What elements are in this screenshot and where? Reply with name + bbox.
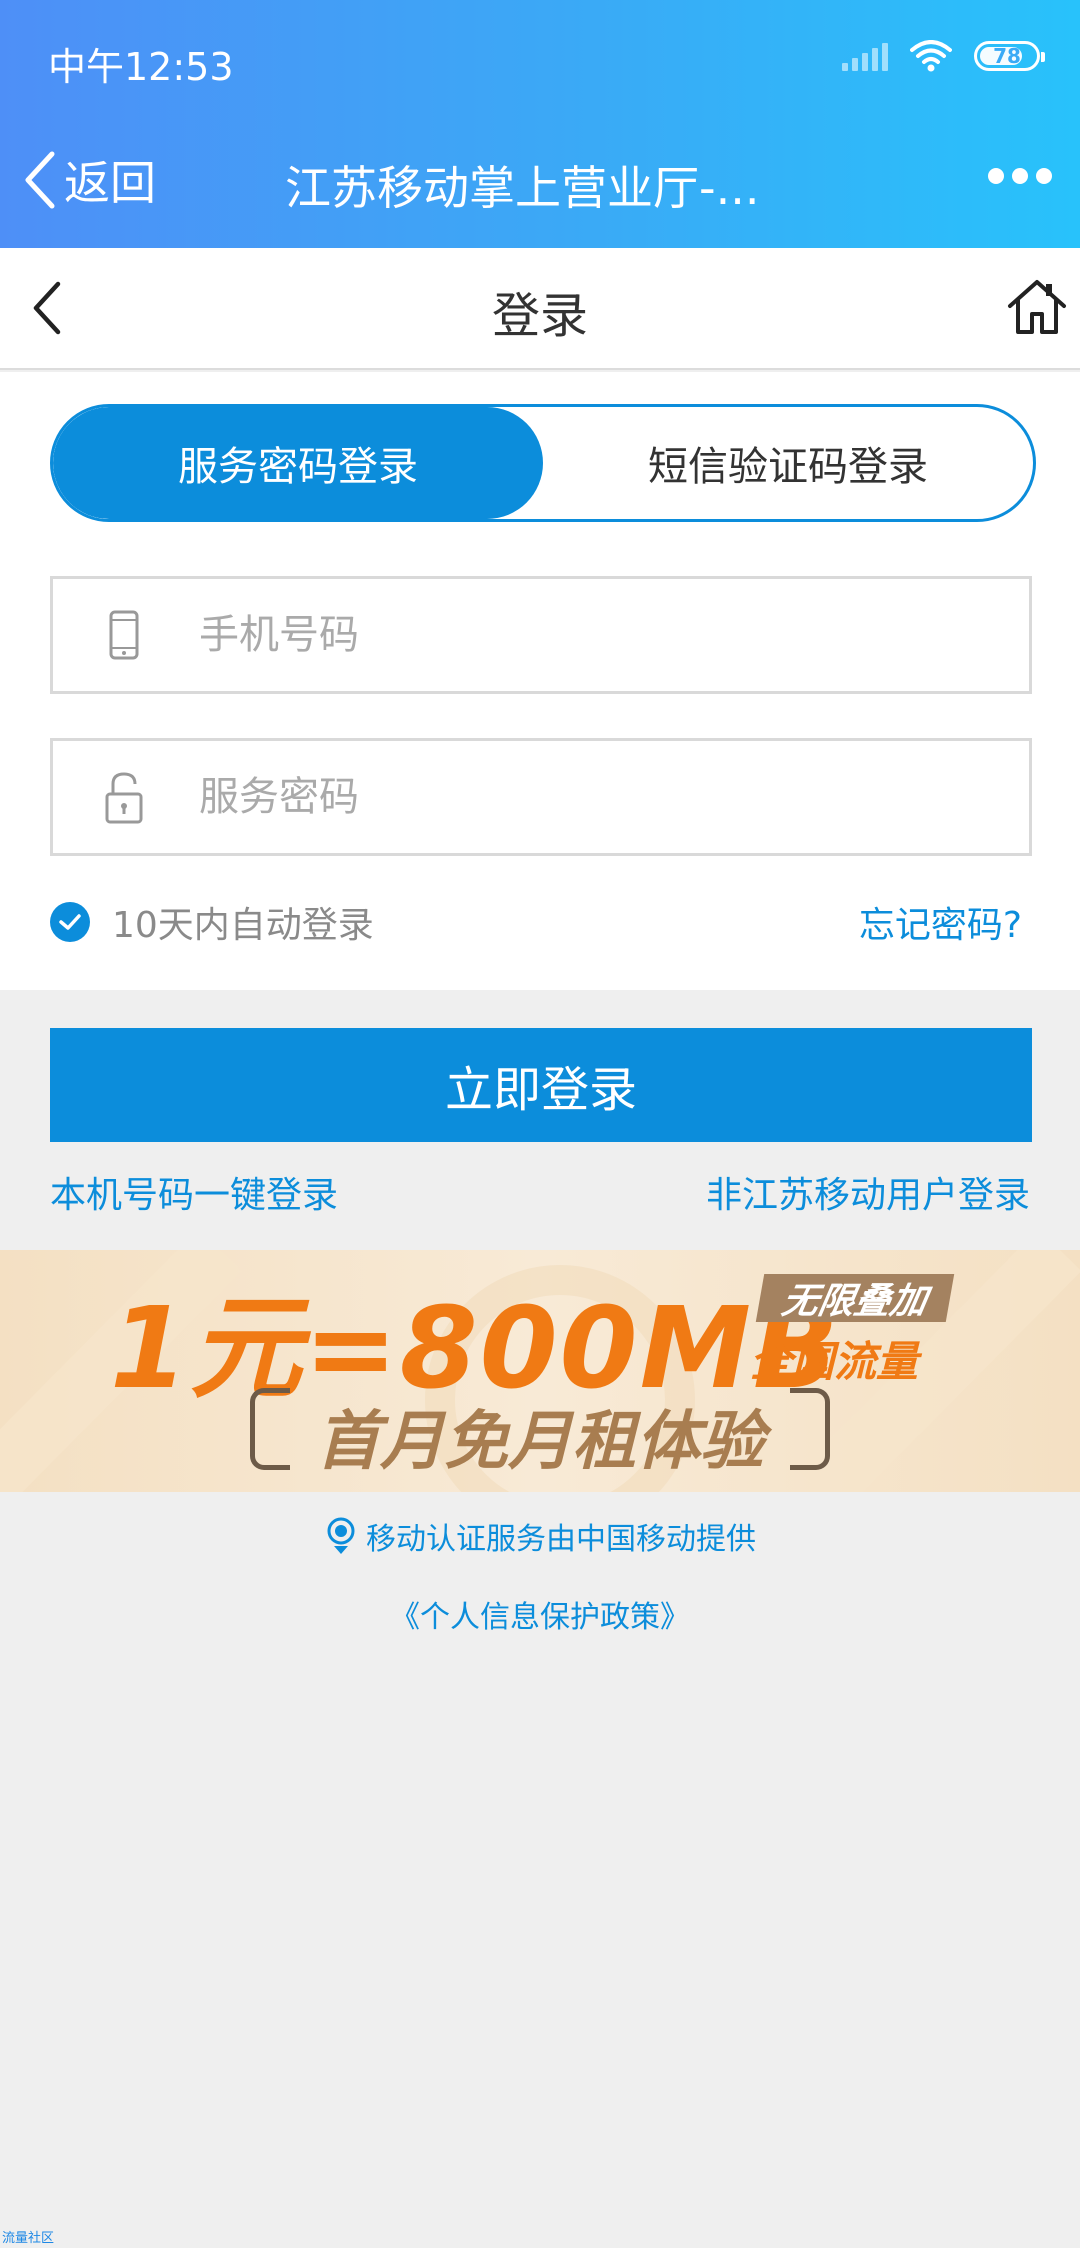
login-mode-tabs: 服务密码登录 短信验证码登录 bbox=[50, 404, 1036, 522]
back-label: 返回 bbox=[64, 156, 156, 210]
auto-login-checkbox[interactable] bbox=[50, 902, 90, 942]
password-field[interactable] bbox=[50, 738, 1032, 856]
lock-icon bbox=[105, 772, 143, 824]
login-button[interactable]: 立即登录 bbox=[50, 1028, 1032, 1142]
home-icon[interactable] bbox=[1006, 276, 1068, 338]
page-title: 登录 bbox=[491, 288, 588, 344]
back-button[interactable]: 返回 bbox=[20, 140, 156, 220]
signal-icon bbox=[842, 41, 888, 71]
privacy-policy-link[interactable]: 《个人信息保护政策》 bbox=[0, 1592, 1080, 1636]
more-dots-icon[interactable] bbox=[988, 168, 1052, 184]
auto-login-row: 10天内自动登录 忘记密码? bbox=[50, 892, 1022, 952]
wifi-icon bbox=[910, 40, 952, 72]
non-jiangsu-login-link[interactable]: 非江苏移动用户登录 bbox=[706, 1166, 1030, 1218]
chevron-left-icon bbox=[25, 151, 55, 209]
watermark: 流量社区 bbox=[2, 2231, 55, 2246]
page-header: 登录 bbox=[0, 248, 1080, 370]
fingerprint-icon bbox=[327, 1517, 355, 1554]
battery-percent: 78 bbox=[993, 44, 1021, 68]
tab-sms-login[interactable]: 短信验证码登录 bbox=[543, 407, 1033, 519]
battery-icon: 78 bbox=[974, 41, 1045, 71]
one-click-login-link[interactable]: 本机号码一键登录 bbox=[50, 1166, 338, 1218]
alt-login-links: 本机号码一键登录 非江苏移动用户登录 bbox=[50, 1166, 1030, 1218]
auto-login-label: 10天内自动登录 bbox=[112, 905, 374, 946]
phone-icon bbox=[109, 610, 139, 660]
status-time: 中午12:53 bbox=[48, 45, 234, 89]
banner-bracket-right bbox=[790, 1388, 830, 1470]
phone-field[interactable] bbox=[50, 576, 1032, 694]
status-icons: 78 bbox=[842, 40, 1045, 72]
banner-badge: 无限叠加 bbox=[755, 1274, 955, 1322]
auth-notice: 移动认证服务由中国移动提供 bbox=[0, 1514, 1080, 1558]
auth-notice-text: 移动认证服务由中国移动提供 bbox=[366, 1522, 756, 1557]
forgot-password-link[interactable]: 忘记密码? bbox=[859, 896, 1022, 948]
app-title: 江苏移动掌上营业厅-... bbox=[285, 161, 760, 215]
banner-badge-sub: 全国流量 bbox=[750, 1337, 919, 1386]
tab-password-login[interactable]: 服务密码登录 bbox=[53, 407, 543, 519]
password-input[interactable] bbox=[199, 774, 1029, 820]
app-top-bar: 中午12:53 78 返回 江苏移动掌上营业厅-... bbox=[0, 0, 1080, 248]
phone-input[interactable] bbox=[199, 612, 1029, 658]
login-form: 服务密码登录 短信验证码登录 10天内自动登录 忘记密码? bbox=[0, 372, 1080, 990]
check-icon bbox=[59, 914, 81, 930]
promo-banner[interactable]: 1元=800MB 无限叠加 全国流量 首月免月租体验 bbox=[0, 1250, 1080, 1492]
banner-subline: 首月免月租体验 bbox=[316, 1405, 764, 1479]
